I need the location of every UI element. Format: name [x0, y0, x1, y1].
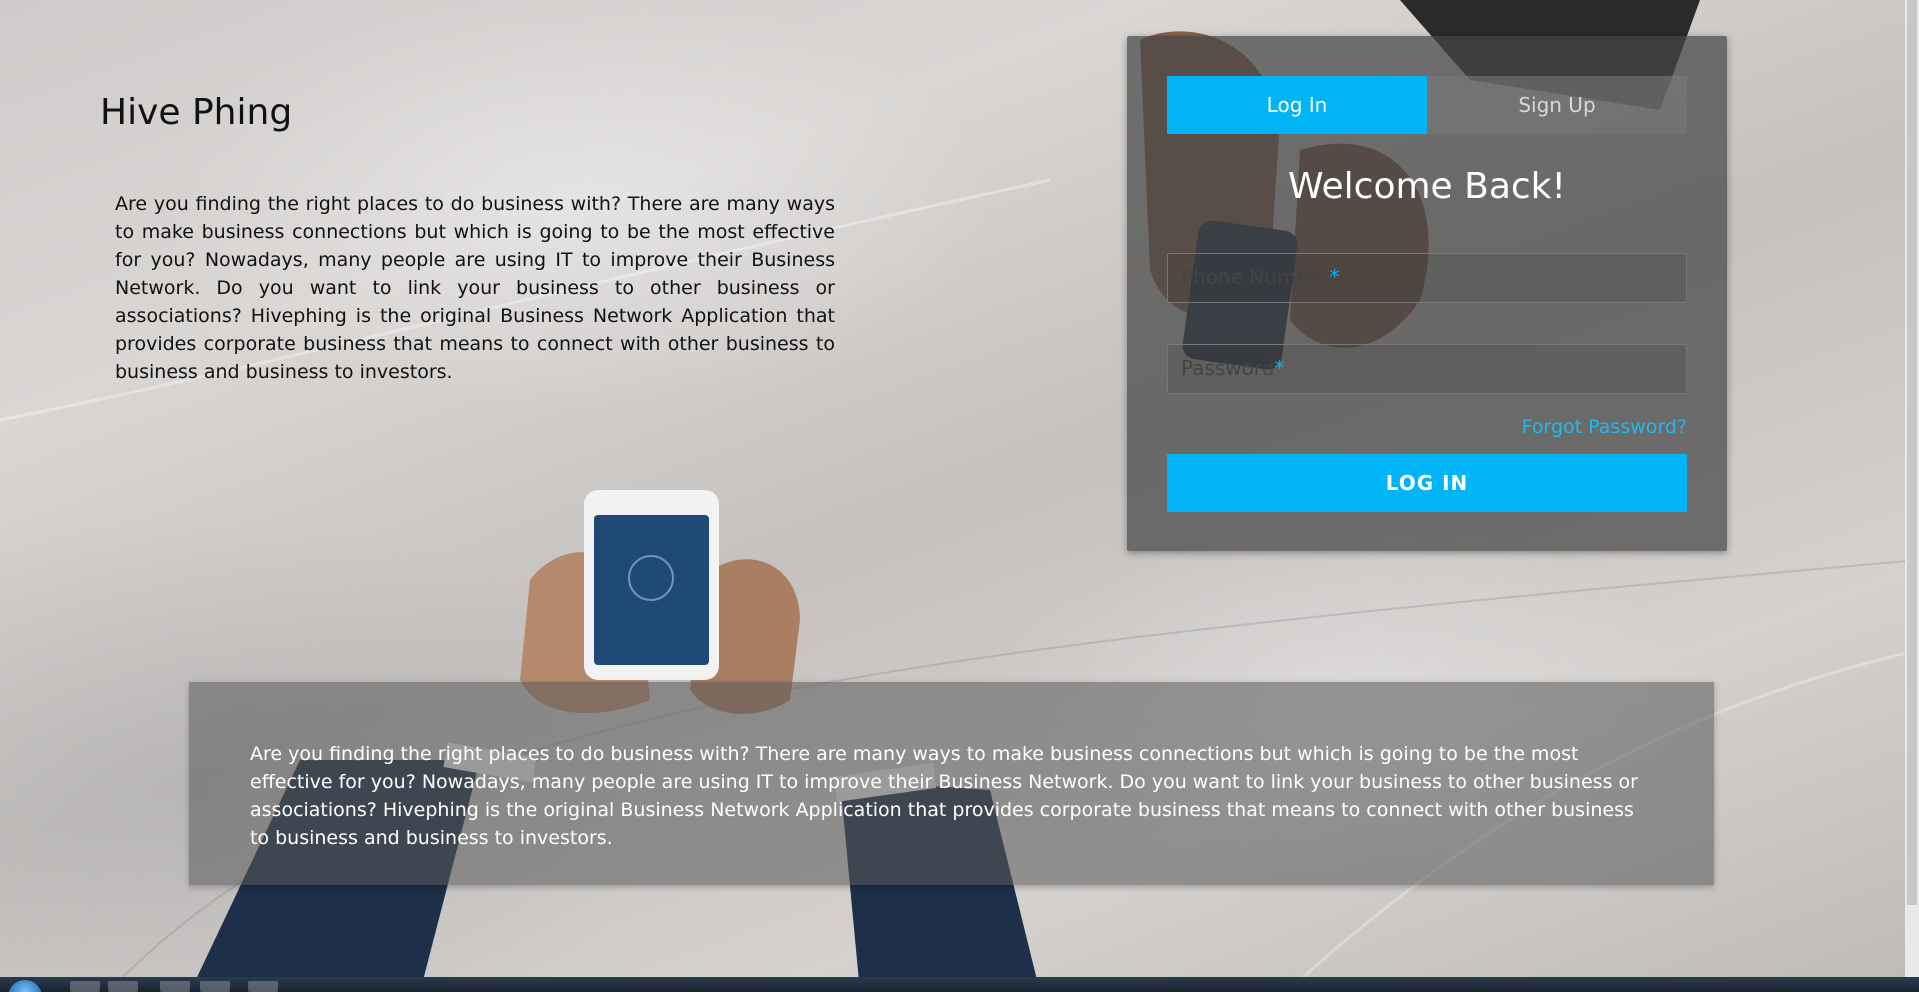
vertical-scrollbar[interactable]: [1905, 0, 1919, 977]
required-asterisk: *: [1329, 265, 1340, 289]
taskbar-app-icon[interactable]: [200, 981, 230, 992]
taskbar-app-icon[interactable]: [160, 981, 190, 992]
phone-number-placeholder-text: Phone Number: [1181, 265, 1330, 289]
taskbar-folder-icon[interactable]: [108, 981, 138, 992]
taskbar-app-icon[interactable]: [248, 981, 278, 992]
tab-login[interactable]: Log In: [1167, 76, 1427, 134]
required-asterisk: *: [1274, 356, 1285, 380]
phone-number-field[interactable]: Phone Number*: [1167, 253, 1687, 303]
info-banner: Are you finding the right places to do b…: [189, 682, 1714, 885]
taskbar-app-icon[interactable]: [70, 981, 100, 992]
auth-tabs: Log In Sign Up: [1167, 76, 1687, 134]
forgot-password-link[interactable]: Forgot Password?: [1522, 416, 1687, 438]
welcome-heading: Welcome Back!: [1288, 166, 1566, 207]
brand-title: Hive Phing: [100, 92, 293, 133]
login-button[interactable]: LOG IN: [1167, 454, 1687, 512]
password-placeholder-text: Password: [1181, 356, 1275, 380]
phone-number-placeholder: Phone Number*: [1181, 265, 1340, 289]
login-card: Log In Sign Up Welcome Back! Phone Numbe…: [1127, 36, 1727, 551]
password-placeholder: Password*: [1181, 356, 1284, 380]
intro-paragraph: Are you finding the right places to do b…: [115, 193, 835, 383]
tab-signup[interactable]: Sign Up: [1427, 76, 1687, 134]
os-taskbar: [0, 977, 1919, 992]
password-field[interactable]: Password*: [1167, 344, 1687, 394]
scrollbar-thumb[interactable]: [1907, 0, 1917, 905]
banner-paragraph: Are you finding the right places to do b…: [250, 743, 1638, 849]
